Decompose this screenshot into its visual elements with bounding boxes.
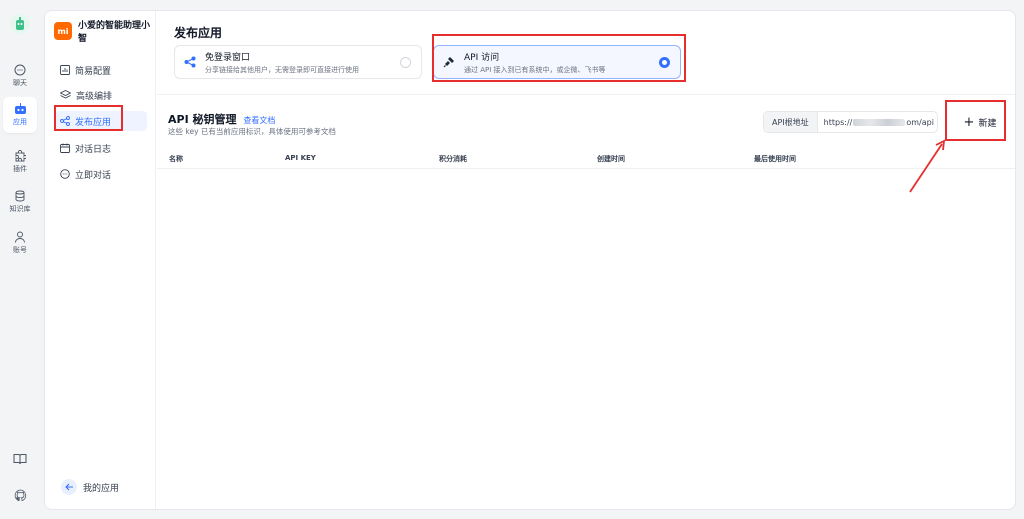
new-key-button[interactable]: + 新建 [954, 111, 1006, 133]
base-url-value: https:// om/api [818, 118, 934, 127]
publish-option-api[interactable]: API 访问 通过 API 接入到已有系统中，或企微、飞书等 [433, 45, 681, 79]
api-base-url[interactable]: API根地址 https:// om/api [763, 111, 938, 133]
radio-api[interactable] [659, 57, 670, 68]
column-points: 积分消耗 [439, 155, 467, 163]
chat-bubble-icon [60, 169, 70, 179]
rail-label: 应用 [13, 118, 27, 126]
user-icon [15, 231, 25, 243]
main-content: 发布应用 免登录窗口 分享链接给其他用户，无需登录即可直接进行使用 API 访问… [157, 11, 1015, 509]
app-avatar: mi [54, 22, 72, 40]
rail-label: 知识库 [9, 205, 31, 213]
column-api-key: API KEY [285, 154, 316, 162]
sidebar-item-logs[interactable]: 对话日志 [55, 138, 147, 158]
rail-item-apps[interactable]: 应用 [3, 97, 37, 133]
database-icon [15, 190, 25, 202]
option-desc: 通过 API 接入到已有系统中，或企微、飞书等 [464, 65, 606, 74]
share-nodes-icon [183, 56, 197, 68]
back-to-my-apps[interactable]: 我的应用 [61, 479, 119, 495]
arrow-left-icon [61, 479, 77, 495]
new-key-label: 新建 [978, 118, 997, 129]
share-icon [60, 116, 70, 126]
api-section-title: API 秘钥管理 查看文档 [168, 111, 275, 127]
rail-label: 聊天 [13, 79, 27, 87]
back-label: 我的应用 [83, 483, 120, 494]
section-divider [157, 94, 1015, 95]
app-panel: mi 小爱的智能助理小智 简易配置 高级编排 发布应用 对话日志 立即对话 我的… [44, 10, 1016, 510]
sidebar-item-label: 对话日志 [75, 144, 112, 155]
sidebar-item-label: 高级编排 [76, 91, 113, 102]
rail-item-knowledge[interactable]: 知识库 [3, 184, 37, 220]
rail-item-plugins[interactable]: 插件 [3, 144, 37, 180]
base-url-suffix: om/api [906, 117, 934, 127]
redacted-blur [853, 118, 906, 126]
column-name: 名称 [169, 155, 183, 163]
column-last-used: 最后使用时间 [754, 155, 796, 163]
app-logo-icon[interactable] [10, 14, 30, 34]
rail-label: 插件 [13, 165, 27, 173]
app-sidebar: mi 小爱的智能助理小智 简易配置 高级编排 发布应用 对话日志 立即对话 我的… [45, 11, 156, 509]
api-key-table-header: 名称 API KEY 积分消耗 创建时间 最后使用时间 [157, 149, 1015, 169]
book-icon[interactable] [10, 449, 30, 469]
puzzle-icon [15, 150, 26, 162]
sidebar-item-label: 发布应用 [75, 117, 112, 128]
option-title: API 访问 [464, 52, 500, 63]
sidebar-item-label: 立即对话 [75, 170, 112, 181]
api-title-text: API 秘钥管理 [168, 113, 237, 126]
sidebar-item-simple-config[interactable]: 简易配置 [55, 60, 147, 80]
plug-icon [442, 56, 456, 68]
sidebar-item-advanced[interactable]: 高级编排 [55, 85, 147, 105]
robot-icon [14, 103, 26, 114]
page-title: 发布应用 [174, 26, 223, 40]
sidebar-item-publish[interactable]: 发布应用 [55, 111, 147, 131]
app-name: 小爱的智能助理小智 [78, 21, 151, 44]
github-icon[interactable] [10, 485, 30, 505]
option-title: 免登录窗口 [205, 52, 251, 63]
radio-no-login[interactable] [400, 57, 411, 68]
sidebar-item-chat-now[interactable]: 立即对话 [55, 164, 147, 184]
layers-icon [60, 90, 71, 99]
column-created: 创建时间 [597, 155, 625, 163]
api-section-subtitle: 这些 key 已有当前应用标识，具体使用可参考文档 [168, 127, 336, 136]
calendar-icon [60, 143, 70, 153]
app-header: mi 小爱的智能助理小智 [54, 20, 150, 46]
rail-label: 账号 [13, 246, 27, 254]
base-url-prefix: https:// [823, 117, 853, 127]
sidebar-item-label: 简易配置 [75, 66, 112, 77]
bar-chart-icon [60, 65, 70, 75]
base-url-label: API根地址 [764, 112, 818, 132]
chat-icon [14, 64, 26, 76]
plus-icon: + [963, 114, 975, 130]
left-rail: 聊天 应用 插件 知识库 账号 [0, 0, 40, 519]
option-desc: 分享链接给其他用户，无需登录即可直接进行使用 [205, 65, 359, 74]
rail-item-account[interactable]: 账号 [3, 225, 37, 261]
rail-item-chat[interactable]: 聊天 [3, 58, 37, 94]
publish-option-no-login[interactable]: 免登录窗口 分享链接给其他用户，无需登录即可直接进行使用 [174, 45, 422, 79]
view-docs-link[interactable]: 查看文档 [243, 116, 275, 125]
